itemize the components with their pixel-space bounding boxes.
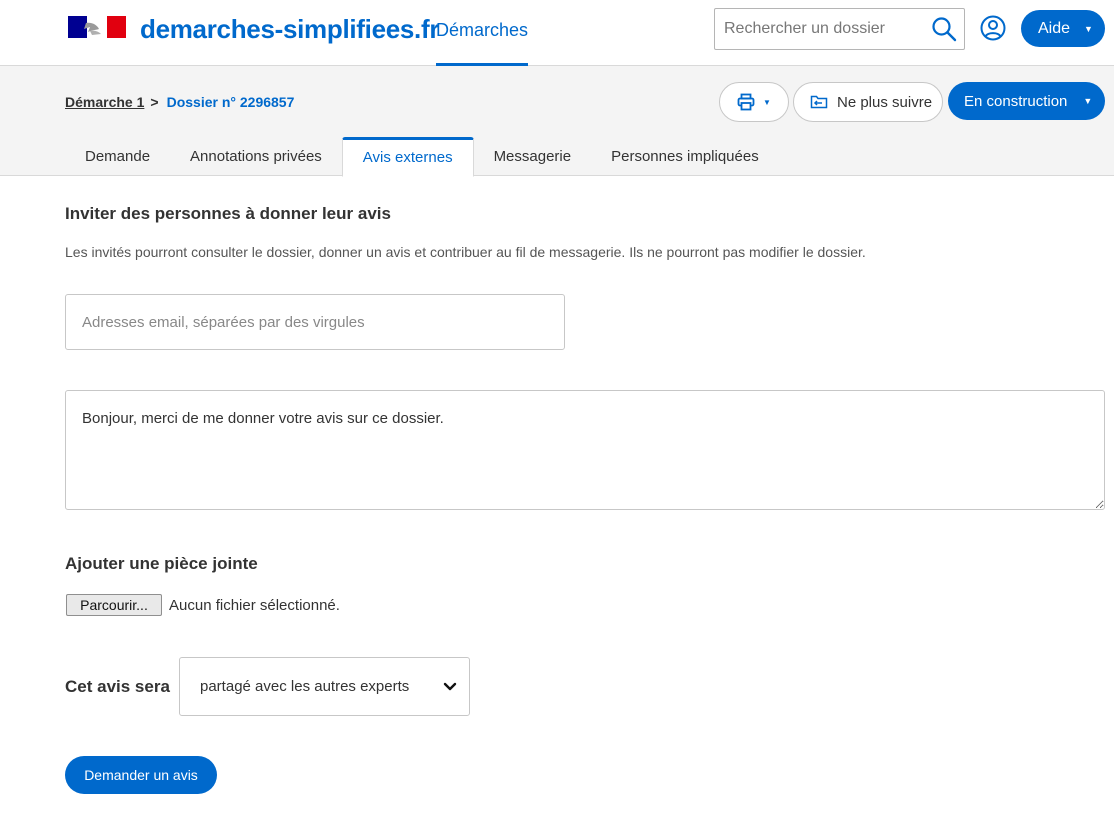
status-label: En construction [964, 92, 1068, 110]
unfollow-label: Ne plus suivre [837, 93, 933, 111]
breadcrumb: Démarche 1 > Dossier n° 2296857 [65, 94, 294, 110]
tab-annotations-privees[interactable]: Annotations privées [170, 137, 342, 176]
search-box [714, 8, 965, 50]
message-textarea[interactable]: Bonjour, merci de me donner votre avis s… [65, 390, 1105, 510]
search-button[interactable] [924, 9, 964, 49]
browse-file-button[interactable]: Parcourir... [66, 594, 162, 616]
tab-demande[interactable]: Demande [65, 137, 170, 176]
search-icon [932, 17, 957, 42]
unfollow-button[interactable]: Ne plus suivre [793, 82, 943, 122]
breadcrumb-procedure[interactable]: Démarche 1 [65, 94, 144, 110]
dossier-tabs: Demande Annotations privées Avis externe… [65, 137, 779, 177]
unfollow-folder-icon [810, 95, 828, 109]
request-opinion-button[interactable]: Demander un avis [65, 756, 217, 794]
status-dropdown-button[interactable]: En construction ▼ [948, 82, 1105, 120]
visibility-label: Cet avis sera [65, 677, 170, 696]
printer-icon [737, 93, 755, 111]
aide-label: Aide [1038, 19, 1071, 37]
search-input[interactable] [715, 9, 924, 49]
user-account-icon[interactable] [979, 14, 1007, 42]
file-status: Aucun fichier sélectionné. [169, 597, 340, 614]
tab-avis-externes[interactable]: Avis externes [341, 137, 474, 177]
invite-title: Inviter des personnes à donner leur avis [65, 204, 391, 223]
marianne-logo[interactable] [68, 16, 126, 38]
tab-personnes-impliquees[interactable]: Personnes impliquées [591, 137, 779, 176]
aide-button[interactable]: Aide ▼ [1021, 10, 1105, 47]
breadcrumb-separator: > [150, 94, 159, 110]
emails-input[interactable] [65, 294, 565, 350]
invite-description: Les invités pourront consulter le dossie… [65, 244, 866, 260]
chevron-down-icon: ▼ [763, 97, 771, 107]
chevron-down-icon: ▼ [1084, 23, 1093, 34]
print-button[interactable]: ▼ [719, 82, 789, 122]
visibility-select[interactable]: partagé avec les autres experts [179, 657, 470, 716]
chevron-down-icon [443, 682, 457, 691]
breadcrumb-dossier[interactable]: Dossier n° 2296857 [167, 94, 295, 110]
visibility-selected-value: partagé avec les autres experts [200, 678, 410, 695]
tab-messagerie[interactable]: Messagerie [474, 137, 592, 176]
chevron-down-icon: ▼ [1083, 96, 1093, 106]
site-header: demarches-simplifiees.fr Démarches Aide … [0, 0, 1114, 66]
brand-name[interactable]: demarches-simplifiees.fr [140, 14, 439, 45]
nav-demarches[interactable]: Démarches [436, 0, 529, 66]
attachment-title: Ajouter une pièce jointe [65, 554, 258, 573]
dossier-header: Démarche 1 > Dossier n° 2296857 ▼ Ne plu… [0, 66, 1114, 177]
